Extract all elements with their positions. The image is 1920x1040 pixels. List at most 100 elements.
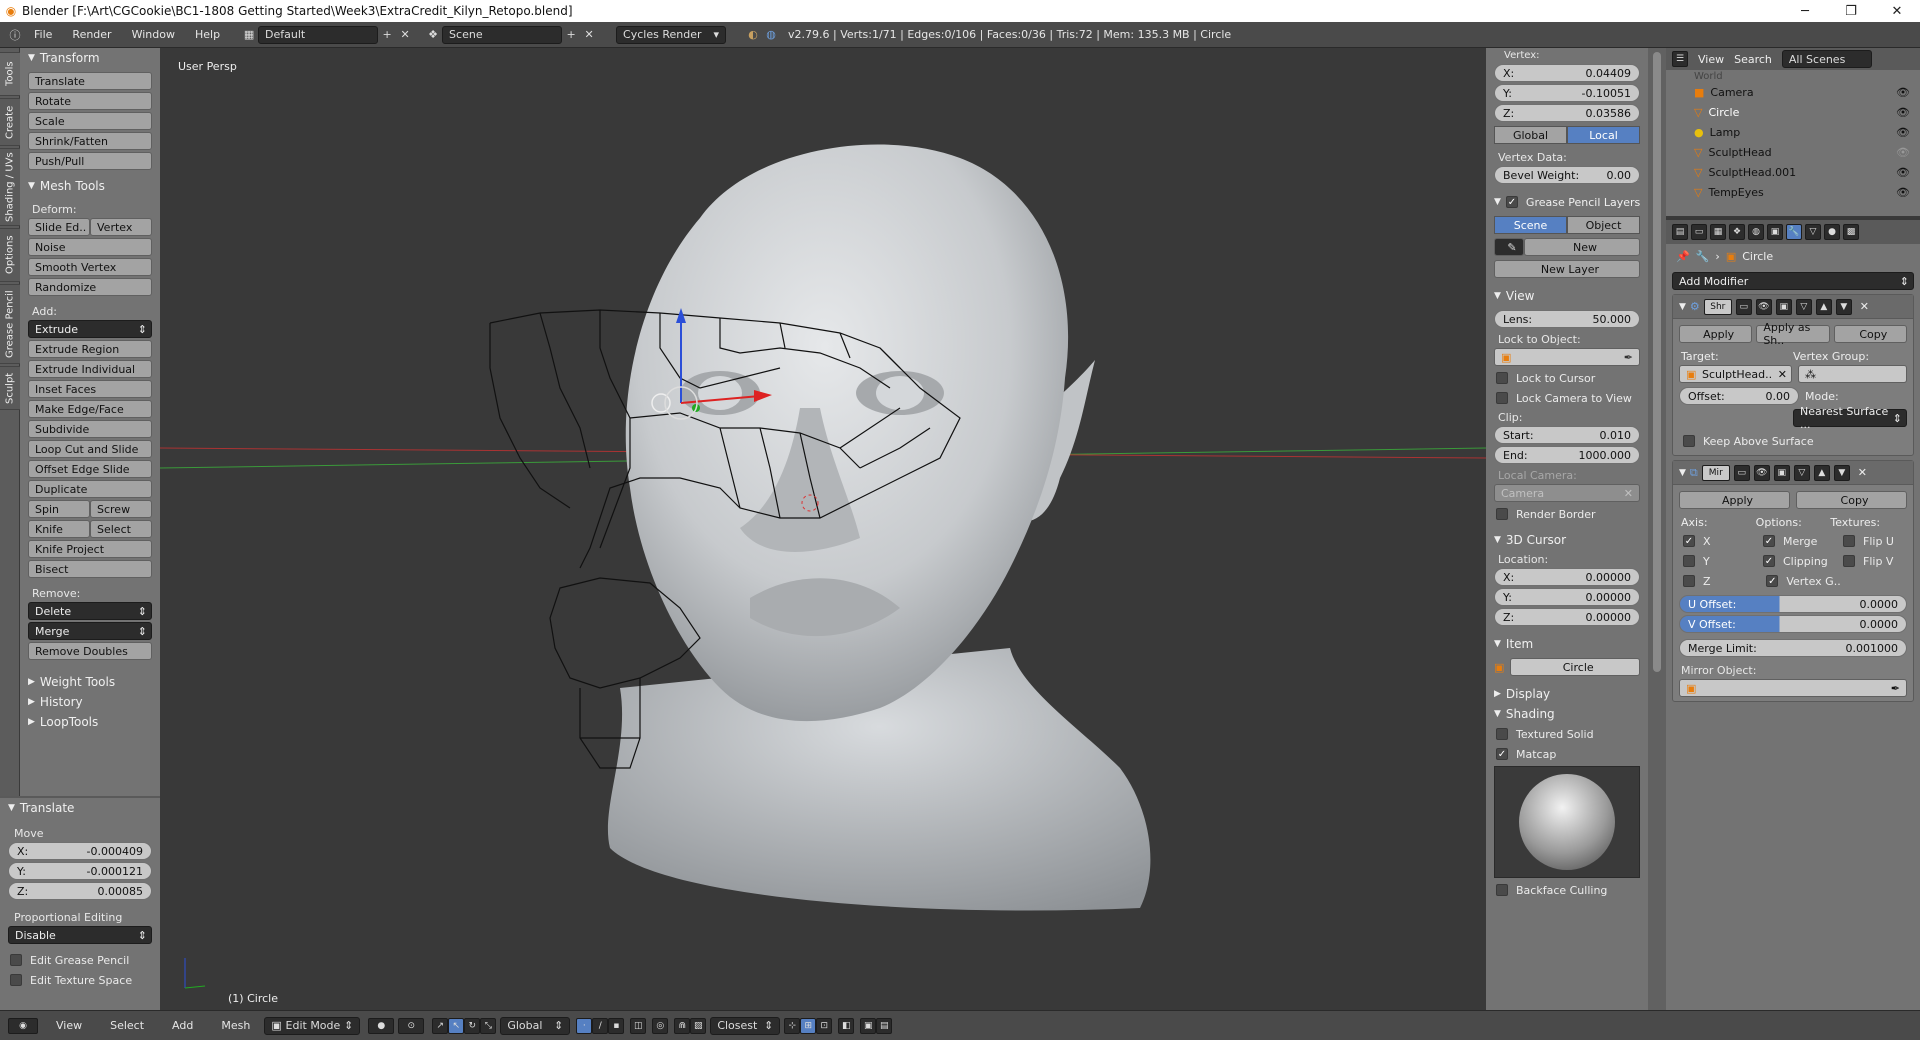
delete-dropdown[interactable]: Delete ⇕ — [28, 602, 152, 620]
face-select-icon[interactable]: ▪ — [608, 1017, 625, 1034]
mirror-object-field[interactable]: ▣ ✒ — [1679, 679, 1907, 697]
clear-icon[interactable]: ✕ — [1778, 368, 1787, 381]
properties-editor-icon[interactable]: ▤ — [1672, 224, 1688, 240]
remove-modifier-icon[interactable]: ✕ — [1858, 466, 1867, 479]
snap-project-icon[interactable]: ⊞ — [800, 1017, 817, 1034]
merge-limit-field[interactable]: Merge Limit: 0.001000 — [1679, 639, 1907, 657]
outliner-item-sculpthead-001[interactable]: ▽ SculptHead.001 👁 — [1666, 162, 1920, 182]
target-field[interactable]: ▣ SculptHead.. ✕ — [1679, 365, 1792, 383]
vertex-y-field[interactable]: Y: -0.10051 — [1494, 84, 1640, 102]
axis-x-checkbox[interactable]: ✓ X — [1673, 531, 1753, 551]
shrinkwrap-apply-button[interactable]: Apply — [1679, 325, 1753, 343]
make-edge-face-button[interactable]: Make Edge/Face — [28, 400, 152, 418]
duplicate-button[interactable]: Duplicate — [28, 480, 152, 498]
cursor-x-field[interactable]: X: 0.00000 — [1494, 568, 1640, 586]
editor-type-icon[interactable]: ⓘ — [6, 26, 24, 44]
opengl-anim-icon[interactable]: ▤ — [876, 1017, 893, 1034]
shading-mode-icon[interactable]: ● — [368, 1017, 395, 1034]
limit-selection-icon[interactable]: ◫ — [630, 1017, 647, 1034]
minimize-button[interactable]: ─ — [1782, 4, 1828, 19]
vertex-groups-checkbox[interactable]: ✓ Vertex G.. — [1756, 571, 1913, 591]
close-button[interactable]: ✕ — [1874, 4, 1920, 19]
eyedropper-icon[interactable]: ✒ — [1891, 682, 1900, 695]
3d-cursor-panel-header[interactable]: ▼ 3D Cursor — [1486, 530, 1648, 550]
grease-new-button[interactable]: New — [1524, 238, 1640, 256]
scene-icon[interactable]: ❖ — [424, 26, 442, 44]
lock-camera-checkbox[interactable]: Lock Camera to View — [1486, 388, 1648, 408]
editmode-toggle-icon[interactable]: ▣ — [1775, 298, 1792, 315]
cursor-y-field[interactable]: Y: 0.00000 — [1494, 588, 1640, 606]
snap-target-selector[interactable]: Closest ⇕ — [710, 1016, 781, 1035]
pin-icon[interactable]: 📌 — [1676, 250, 1690, 263]
edit-grease-pencil-checkbox[interactable]: Edit Grease Pencil — [0, 950, 160, 970]
material-tab-icon[interactable]: ● — [1824, 224, 1840, 240]
matcap-preview[interactable] — [1494, 766, 1640, 878]
mirror-name-field[interactable]: Mir — [1701, 464, 1730, 481]
object-tab-icon[interactable]: ▣ — [1767, 224, 1783, 240]
manipulator-icon[interactable]: ↗ — [432, 1017, 449, 1034]
global-toggle[interactable]: Global — [1494, 126, 1567, 144]
lock-object-field[interactable]: ▣ ✒ — [1494, 348, 1640, 366]
render-border-checkbox[interactable]: Render Border — [1486, 504, 1648, 524]
bisect-button[interactable]: Bisect — [28, 560, 152, 578]
u-offset-slider[interactable]: U Offset: 0.0000 — [1679, 595, 1907, 613]
pencil-icon[interactable]: ✎ — [1494, 238, 1524, 256]
render-tab-icon[interactable]: ▭ — [1691, 224, 1707, 240]
visibility-eye-icon[interactable]: 👁 — [1896, 126, 1910, 139]
edit-texture-space-checkbox[interactable]: Edit Texture Space — [0, 970, 160, 990]
visibility-eye-icon[interactable]: 👁 — [1896, 86, 1910, 99]
outliner-view-menu[interactable]: View — [1698, 53, 1724, 66]
shrink-fatten-button[interactable]: Shrink/Fatten — [28, 132, 152, 150]
eyedropper-icon[interactable]: ✒ — [1624, 351, 1633, 364]
tab-tools[interactable]: Tools — [0, 52, 20, 96]
viewport-toggle-icon[interactable]: 👁 — [1755, 298, 1772, 315]
visibility-eye-icon[interactable]: 👁 — [1896, 166, 1910, 179]
viewport-scrollbar[interactable] — [1648, 48, 1666, 1010]
clear-icon[interactable]: ✕ — [1624, 487, 1633, 500]
local-toggle[interactable]: Local — [1567, 126, 1640, 144]
pivot-point-icon[interactable]: ⊙ — [398, 1017, 425, 1034]
vertex-z-field[interactable]: Z: 0.03586 — [1494, 104, 1640, 122]
grease-pencil-panel-header[interactable]: ▼ ✓ Grease Pencil Layers — [1486, 192, 1648, 212]
expand-triangle-icon[interactable]: ▼ — [1679, 468, 1686, 478]
3d-viewport[interactable]: User Persp (1) Circle — [160, 48, 1486, 1010]
move-down-icon[interactable]: ▼ — [1833, 464, 1850, 481]
render-engine-selector[interactable]: Cycles Render ▾ — [616, 25, 727, 44]
layout-selector[interactable]: Default — [258, 25, 379, 44]
bevel-weight-field[interactable]: Bevel Weight: 0.00 — [1494, 166, 1640, 184]
outliner-search-menu[interactable]: Search — [1734, 53, 1772, 66]
extrude-region-button[interactable]: Extrude Region — [28, 340, 152, 358]
menu-file[interactable]: File — [24, 28, 62, 41]
scrollbar-thumb[interactable] — [1653, 52, 1661, 672]
visibility-eye-icon[interactable]: 👁 — [1896, 146, 1910, 159]
knife-project-button[interactable]: Knife Project — [28, 540, 152, 558]
clip-start-field[interactable]: Start: 0.010 — [1494, 426, 1640, 444]
rotate-button[interactable]: Rotate — [28, 92, 152, 110]
snap-align-icon[interactable]: ⊹ — [784, 1017, 801, 1034]
knife-button[interactable]: Knife — [28, 520, 90, 538]
tab-create[interactable]: Create — [0, 98, 20, 146]
new-layer-button[interactable]: New Layer — [1494, 260, 1640, 278]
randomize-button[interactable]: Randomize — [28, 278, 152, 296]
display-panel-header[interactable]: ▶ Display — [1486, 684, 1648, 704]
maximize-button[interactable]: ❐ — [1828, 4, 1874, 19]
layers-tab-icon[interactable]: ▦ — [1710, 224, 1726, 240]
flip-u-checkbox[interactable]: Flip U — [1833, 531, 1913, 551]
flip-v-checkbox[interactable]: Flip V — [1833, 551, 1913, 571]
merge-checkbox[interactable]: ✓ Merge — [1753, 531, 1833, 551]
item-panel-header[interactable]: ▼ Item — [1486, 634, 1648, 654]
transform-panel-header[interactable]: ▼ Transform — [20, 48, 160, 68]
menu-render[interactable]: Render — [62, 28, 121, 41]
move-up-icon[interactable]: ▲ — [1815, 298, 1832, 315]
snap-element-icon[interactable]: ▨ — [690, 1017, 707, 1034]
offset-field[interactable]: Offset: 0.00 — [1679, 387, 1799, 405]
mode-dropdown[interactable]: Nearest Surface ... ⇕ — [1793, 405, 1907, 431]
shrinkwrap-apply-shape-button[interactable]: Apply as Sh.. — [1756, 321, 1830, 347]
add-layout-icon[interactable]: + — [378, 26, 396, 44]
texture-tab-icon[interactable]: ▩ — [1843, 224, 1859, 240]
slide-vertex-button[interactable]: Vertex — [90, 218, 152, 236]
shading-panel-header[interactable]: ▼ Shading — [1486, 704, 1648, 724]
rotate-manipulator-icon[interactable]: ↻ — [464, 1017, 481, 1034]
noise-button[interactable]: Noise — [28, 238, 152, 256]
footer-view-menu[interactable]: View — [38, 1019, 96, 1032]
